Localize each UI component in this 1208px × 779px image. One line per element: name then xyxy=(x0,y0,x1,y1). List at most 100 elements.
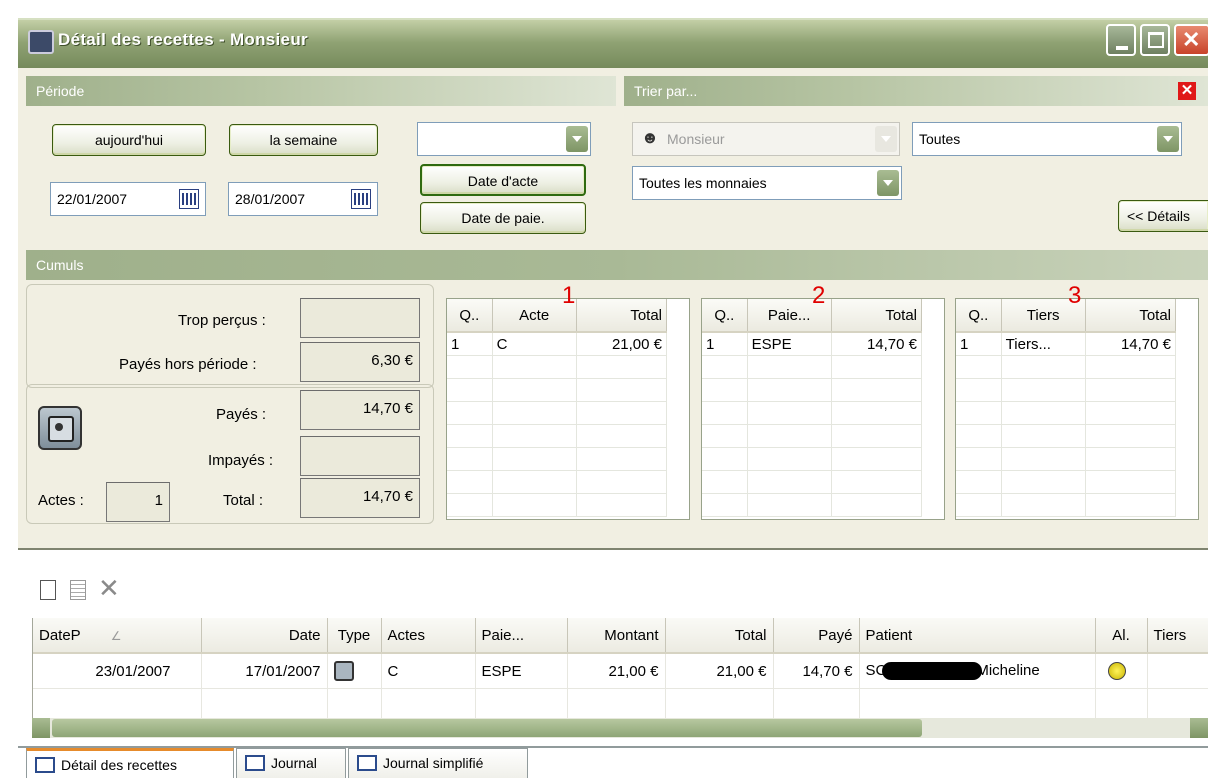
chevron-down-icon xyxy=(875,126,897,152)
tab-label: Journal simplifié xyxy=(383,755,484,771)
cell-paie: ESPE xyxy=(475,653,568,689)
horizontal-scrollbar[interactable] xyxy=(32,718,1208,738)
magnifier-doc-icon xyxy=(35,757,55,773)
tab-label: Journal xyxy=(271,755,317,771)
acte-grid[interactable]: Q.. Acte Total 1 C 21,00 € xyxy=(446,298,690,520)
close-button[interactable]: ✕ xyxy=(1174,24,1208,56)
minimize-button[interactable] xyxy=(1106,24,1136,56)
tab-label: Détail des recettes xyxy=(61,757,177,773)
scroll-thumb[interactable] xyxy=(52,719,922,737)
week-button[interactable]: la semaine xyxy=(229,124,378,156)
col-header-type[interactable]: Type xyxy=(327,618,382,654)
date-to-value: 28/01/2007 xyxy=(235,191,306,207)
table-row[interactable]: 1 Tiers... 14,70 € xyxy=(956,332,1177,356)
marker-3: 3 xyxy=(1068,282,1082,309)
cell-type xyxy=(327,653,382,689)
currency-value: Toutes les monnaies xyxy=(639,175,767,191)
grid-header[interactable]: Q.. xyxy=(702,299,748,333)
grid-cell: 1 xyxy=(956,332,1002,356)
paiement-grid[interactable]: Q.. Paie... Total 1 ESPE 14,70 € xyxy=(701,298,945,520)
today-button[interactable]: aujourd'hui xyxy=(52,124,206,156)
date-from-field[interactable]: 22/01/2007 xyxy=(50,182,206,216)
cell-tiers xyxy=(1147,653,1208,689)
periode-header: Période xyxy=(26,76,616,106)
scroll-right-icon[interactable] xyxy=(1190,718,1208,738)
chevron-down-icon[interactable] xyxy=(566,126,588,152)
new-document-icon[interactable] xyxy=(40,580,56,600)
maximize-button[interactable] xyxy=(1140,24,1170,56)
actes-label: Actes : xyxy=(38,492,84,509)
payes-field: 14,70 € xyxy=(300,390,420,430)
date-paie-button[interactable]: Date de paie. xyxy=(420,202,586,234)
recettes-table[interactable]: DateP ∠ Date Type Actes Paie... Montant T… xyxy=(32,618,1208,718)
chevron-down-icon[interactable] xyxy=(877,170,899,196)
grid-cell: 14,70 € xyxy=(1085,332,1177,356)
table-icon xyxy=(245,755,265,771)
calendar-icon[interactable] xyxy=(351,189,371,209)
sort-icon: ∠ xyxy=(110,628,122,643)
cell-date: 17/01/2007 xyxy=(201,653,328,689)
tab-journal-simplifie[interactable]: Journal simplifié xyxy=(348,748,528,778)
range-select[interactable] xyxy=(417,122,591,156)
grid-cell: 1 xyxy=(447,332,493,356)
table-row[interactable]: 1 ESPE 14,70 € xyxy=(702,332,923,356)
payes-label: Payés : xyxy=(216,406,267,423)
date-to-field[interactable]: 28/01/2007 xyxy=(228,182,378,216)
trop-percus-field xyxy=(300,298,420,338)
col-header-datep[interactable]: DateP ∠ xyxy=(33,618,202,654)
close-panel-icon[interactable]: ✕ xyxy=(1178,82,1196,100)
window-title: Détail des recettes - Monsieur xyxy=(58,30,308,49)
calendar-icon[interactable] xyxy=(179,189,199,209)
redaction-mark xyxy=(882,662,983,681)
actes-field: 1 xyxy=(106,482,170,522)
grid-cell: ESPE xyxy=(747,332,832,356)
col-header-patient[interactable]: Patient xyxy=(859,618,1096,654)
scroll-left-icon[interactable] xyxy=(32,718,50,738)
grid-header[interactable]: Total xyxy=(831,299,923,333)
col-header-paye[interactable]: Payé xyxy=(773,618,860,654)
safe-icon xyxy=(38,406,82,450)
table-icon xyxy=(357,755,377,771)
grid-header[interactable]: Total xyxy=(576,299,668,333)
recettes-list-panel: ✕ DateP ∠ Date Type Actes Paie... Montant… xyxy=(18,548,1208,778)
practitioner-select[interactable]: ☻ Monsieur xyxy=(632,122,900,156)
date-acte-button[interactable]: Date d'acte xyxy=(420,164,586,196)
impayes-label: Impayés : xyxy=(208,452,274,469)
safe-icon xyxy=(333,661,354,681)
cumuls-header: Cumuls xyxy=(26,250,1208,280)
col-header-actes[interactable]: Actes xyxy=(381,618,476,654)
tab-journal[interactable]: Journal xyxy=(236,748,346,778)
total-field: 14,70 € xyxy=(300,478,420,518)
col-header-total[interactable]: Total xyxy=(665,618,774,654)
impayes-field xyxy=(300,436,420,476)
grid-header[interactable]: Q.. xyxy=(956,299,1002,333)
total-label: Total : xyxy=(223,492,264,509)
table-row[interactable]: 23/01/2007 17/01/2007 C ESPE 21,00 € 21,… xyxy=(33,653,1208,689)
payes-hors-field: 6,30 € xyxy=(300,342,420,382)
currency-select[interactable]: Toutes les monnaies xyxy=(632,166,902,200)
main-panel: Période Trier par... ✕ aujourd'hui la se… xyxy=(18,68,1208,548)
col-header-date[interactable]: Date xyxy=(201,618,328,654)
cell-montant: 21,00 € xyxy=(567,653,666,689)
details-button[interactable]: << Détails xyxy=(1118,200,1208,232)
col-header-paie[interactable]: Paie... xyxy=(475,618,568,654)
chevron-down-icon[interactable] xyxy=(1157,126,1179,152)
col-header-montant[interactable]: Montant xyxy=(567,618,666,654)
delete-icon[interactable]: ✕ xyxy=(98,574,120,602)
table-row[interactable]: 1 C 21,00 € xyxy=(447,332,668,356)
tab-detail-recettes[interactable]: Détail des recettes xyxy=(26,748,234,778)
cell-patient: SC Micheline xyxy=(859,653,1096,689)
filter-select[interactable]: Toutes xyxy=(912,122,1182,156)
grid-header[interactable]: Total xyxy=(1085,299,1177,333)
status-dot-icon xyxy=(1107,662,1126,680)
grid-header[interactable]: Q.. xyxy=(447,299,493,333)
patient-suffix: Micheline xyxy=(976,661,1040,679)
cell-al xyxy=(1095,653,1148,689)
cell-paye: 14,70 € xyxy=(773,653,860,689)
edit-document-icon[interactable] xyxy=(70,580,86,600)
marker-2: 2 xyxy=(812,282,826,309)
col-header-tiers[interactable]: Tiers xyxy=(1147,618,1208,654)
tiers-grid[interactable]: Q.. Tiers Total 1 Tiers... 14,70 € xyxy=(955,298,1199,520)
trier-header: Trier par... xyxy=(624,76,1208,106)
col-header-al[interactable]: Al. xyxy=(1095,618,1148,654)
